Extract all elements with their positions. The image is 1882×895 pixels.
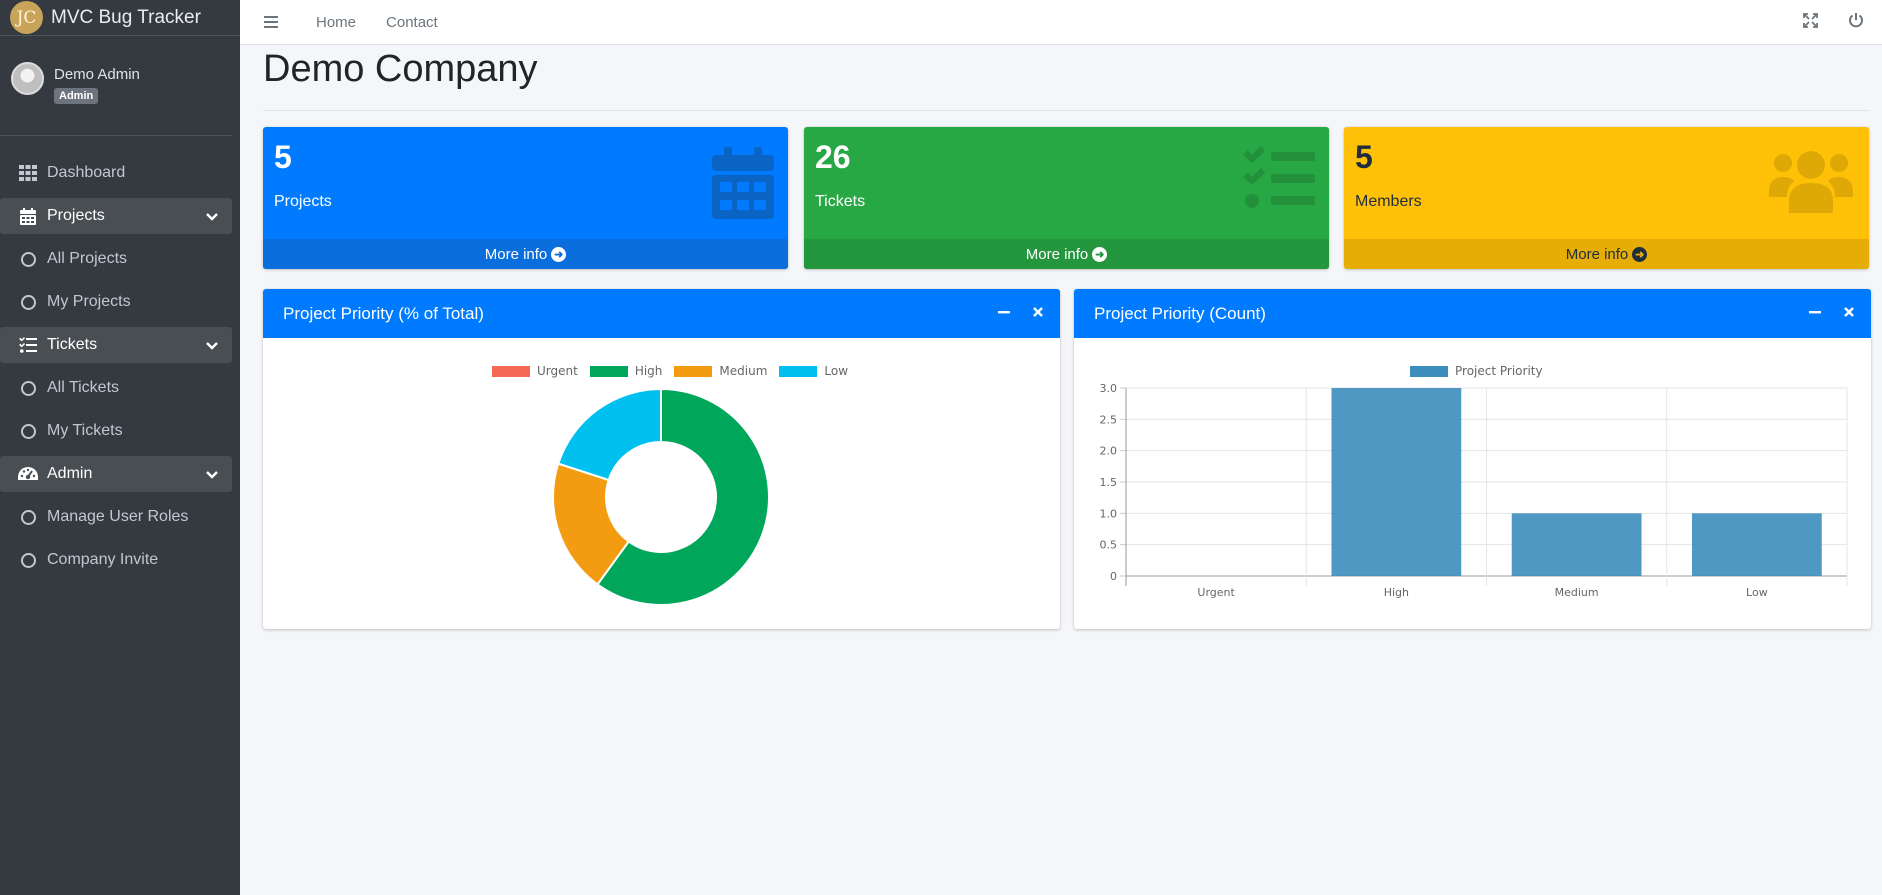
more-info-label: More info [1565,245,1629,263]
circle-icon [18,380,38,396]
brand-link[interactable]: JC MVC Bug Tracker [0,0,240,36]
sidebar-item-label: Company Invite [47,551,159,568]
users-icon [1767,149,1855,218]
arrow-circle-right-icon: ➜ [1092,246,1108,262]
gauge-icon [18,466,38,482]
bar-low[interactable] [1691,513,1822,576]
tasks-icon [1243,146,1315,214]
user-name[interactable]: Demo Admin [54,66,140,83]
arrow-circle-right-icon: ➜ [1632,246,1648,262]
y-tick-label: 2.5 [1100,413,1118,426]
sidebar-item-dashboard[interactable]: Dashboard [0,155,232,191]
sidebar-item-all-tickets[interactable]: All Tickets [0,370,232,406]
grid-icon [18,165,38,181]
power-icon[interactable] [1848,12,1864,33]
chevron-down-icon [206,208,218,226]
card-title: Project Priority (Count) [1094,303,1266,323]
nav-link-contact[interactable]: Contact [386,14,438,31]
close-icon[interactable] [1841,303,1857,321]
sidebar-item-label: Manage User Roles [47,508,189,525]
x-tick-label: Low [1746,586,1768,599]
more-info-label: More info [484,245,548,263]
y-tick-label: 1.0 [1100,507,1118,520]
members-summary-box: 5 Members More info ➜ [1344,127,1869,269]
projects-summary-box: 5 Projects More info ➜ [263,127,788,269]
circle-icon [18,294,38,310]
more-info-label: More info [1025,245,1089,263]
page-title: Demo Company [263,48,538,90]
arrow-circle-right-icon: ➜ [551,246,567,262]
y-tick-label: 2.0 [1100,445,1118,458]
sidebar-item-label: My Projects [47,293,131,310]
sidebar-nav: Dashboard Projects All Projects My Proje… [0,136,240,578]
card-header: Project Priority (% of Total) [263,289,1060,338]
sidebar-item-label: Tickets [47,336,98,353]
minus-icon[interactable] [996,303,1012,321]
more-info-link[interactable]: More info ➜ [804,239,1329,269]
hamburger-menu-icon[interactable] [264,16,278,28]
card-header: Project Priority (Count) [1074,289,1871,338]
role-badge: Admin [54,88,99,104]
donut-chart [552,387,770,606]
card-title: Project Priority (% of Total) [283,303,484,323]
divider [263,110,1869,111]
priority-count-card: Project Priority (Count) Project Priorit… [1074,289,1871,629]
topbar: Home Contact [240,0,1882,45]
user-panel: Demo Admin Admin [0,36,232,136]
sidebar-item-label: My Tickets [47,422,123,439]
bar-medium[interactable] [1511,513,1642,576]
bar-high[interactable] [1331,388,1462,576]
sidebar-item-label: All Tickets [47,379,120,396]
box-label: Tickets [815,193,866,210]
minus-icon[interactable] [1807,303,1823,321]
nav-link-home[interactable]: Home [316,14,356,31]
calendar-icon [712,147,774,224]
more-info-link[interactable]: More info ➜ [263,239,788,269]
box-value: 5 [1355,139,1373,175]
sidebar-item-company-invite[interactable]: Company Invite [0,542,232,578]
box-label: Projects [274,193,332,210]
more-info-link[interactable]: More info ➜ [1344,239,1869,269]
avatar[interactable] [11,62,44,95]
bar-chart: 0 0.5 1.0 1.5 2.0 2.5 3.0 Urgent High Medium Low [1100,382,1848,599]
sidebar-item-projects[interactable]: Projects [0,198,232,234]
sidebar-item-manage-user-roles[interactable]: Manage User Roles [0,499,232,535]
box-value: 26 [815,139,851,175]
y-tick-label: 1.5 [1100,476,1118,489]
sidebar-item-my-projects[interactable]: My Projects [0,284,232,320]
sidebar-item-label: Dashboard [47,164,126,181]
sidebar: JC MVC Bug Tracker Demo Admin Admin Dash… [0,0,240,895]
calendar-icon [18,207,38,225]
y-tick-label: 0.5 [1100,539,1118,552]
chevron-down-icon [206,337,218,355]
brand-title: MVC Bug Tracker [51,6,201,28]
tasks-icon [18,337,38,353]
priority-percent-card: Project Priority (% of Total) Urgent High… [263,289,1060,629]
tickets-summary-box: 26 Tickets More info ➜ [804,127,1329,269]
sidebar-item-all-projects[interactable]: All Projects [0,241,232,277]
y-tick-label: 3.0 [1100,382,1118,395]
circle-icon [18,423,38,439]
circle-icon [18,552,38,568]
sidebar-item-label: All Projects [47,250,128,267]
box-value: 5 [274,139,292,175]
circle-icon [18,251,38,267]
y-tick-label: 0 [1110,570,1117,583]
sidebar-item-label: Admin [47,465,93,482]
x-tick-label: Urgent [1197,586,1235,599]
chevron-down-icon [206,466,218,484]
x-tick-label: Medium [1555,586,1599,599]
x-tick-label: High [1384,586,1409,599]
donut-slice-low[interactable] [557,387,662,482]
sidebar-item-my-tickets[interactable]: My Tickets [0,413,232,449]
sidebar-item-tickets[interactable]: Tickets [0,327,232,363]
close-icon[interactable] [1030,303,1046,321]
circle-icon [18,509,38,525]
brand-logo: JC [10,1,43,34]
sidebar-item-admin[interactable]: Admin [0,456,232,492]
sidebar-item-label: Projects [47,207,105,224]
box-label: Members [1355,193,1422,210]
fullscreen-icon[interactable] [1803,12,1818,33]
